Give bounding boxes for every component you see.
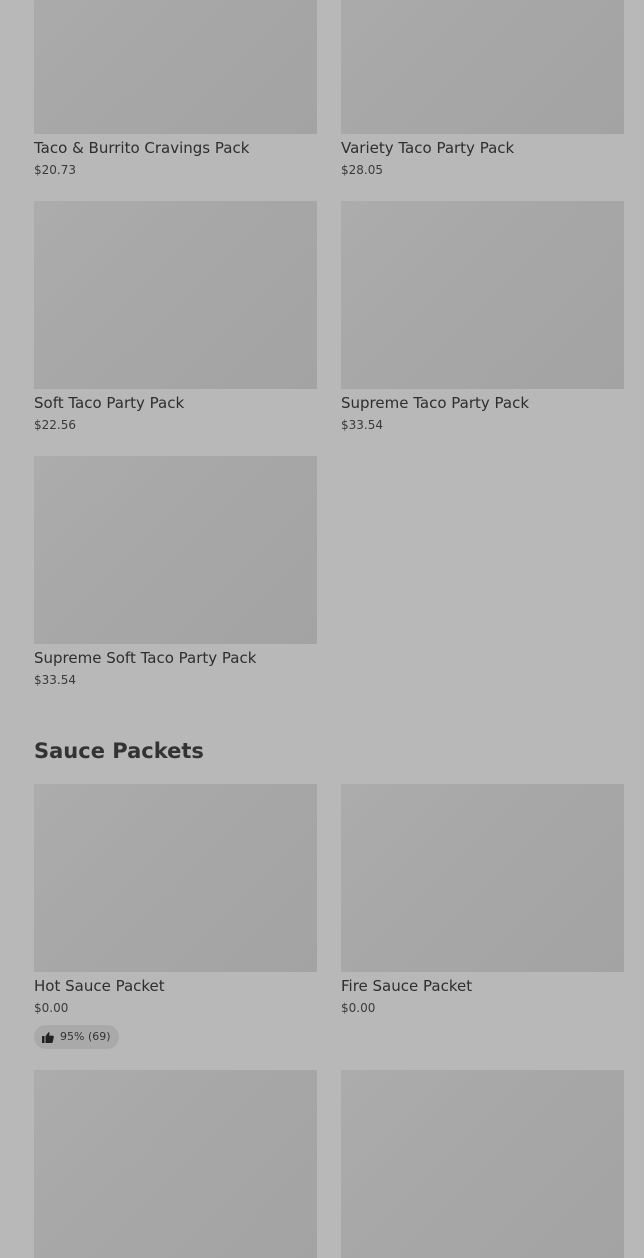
product-name[interactable]: Soft Taco Party Pack [34, 394, 317, 412]
product-name[interactable]: Variety Taco Party Pack [341, 139, 624, 157]
product-price: $22.56 [34, 418, 76, 432]
product-price: $0.00 [341, 1001, 376, 1015]
product-card[interactable]: Variety Taco Party Pack $28.05 [341, 0, 624, 177]
product-name[interactable]: Supreme Taco Party Pack [341, 394, 624, 412]
product-image[interactable] [341, 201, 624, 389]
product-price: $33.54 [34, 673, 76, 687]
product-image[interactable] [34, 456, 317, 644]
party-packs-grid: Taco & Burrito Cravings Pack $20.73 Vari… [34, 0, 624, 687]
rating-badge: 95% (69) [34, 1025, 119, 1049]
product-name[interactable]: Supreme Soft Taco Party Pack [34, 649, 317, 667]
rating-text: 95% (69) [60, 1030, 111, 1043]
sauce-packets-grid: Hot Sauce Packet $0.00 95% (69) Fire Sau… [34, 784, 624, 1049]
product-image[interactable] [341, 1070, 624, 1258]
product-card[interactable]: Supreme Soft Taco Party Pack $33.54 [34, 456, 317, 687]
product-image[interactable] [34, 784, 317, 972]
product-name[interactable]: Hot Sauce Packet [34, 977, 317, 995]
product-price: $20.73 [34, 163, 76, 177]
product-card[interactable] [341, 1070, 624, 1258]
product-card[interactable] [34, 1070, 317, 1258]
product-image[interactable] [341, 784, 624, 972]
product-price: $33.54 [341, 418, 383, 432]
product-card[interactable]: Fire Sauce Packet $0.00 [341, 784, 624, 1049]
section-title: Sauce Packets [34, 739, 204, 763]
thumbs-up-icon [42, 1031, 54, 1043]
product-price: $0.00 [34, 1001, 69, 1015]
product-price: $28.05 [341, 163, 383, 177]
product-card[interactable]: Supreme Taco Party Pack $33.54 [341, 201, 624, 432]
product-image[interactable] [34, 201, 317, 389]
sauce-packets-grid-next-row [34, 1070, 624, 1258]
product-image[interactable] [34, 0, 317, 134]
product-card[interactable]: Hot Sauce Packet $0.00 95% (69) [34, 784, 317, 1049]
product-card[interactable]: Taco & Burrito Cravings Pack $20.73 [34, 0, 317, 177]
product-image[interactable] [341, 0, 624, 134]
product-name[interactable]: Fire Sauce Packet [341, 977, 624, 995]
product-image[interactable] [34, 1070, 317, 1258]
product-card[interactable]: Soft Taco Party Pack $22.56 [34, 201, 317, 432]
product-name[interactable]: Taco & Burrito Cravings Pack [34, 139, 317, 157]
